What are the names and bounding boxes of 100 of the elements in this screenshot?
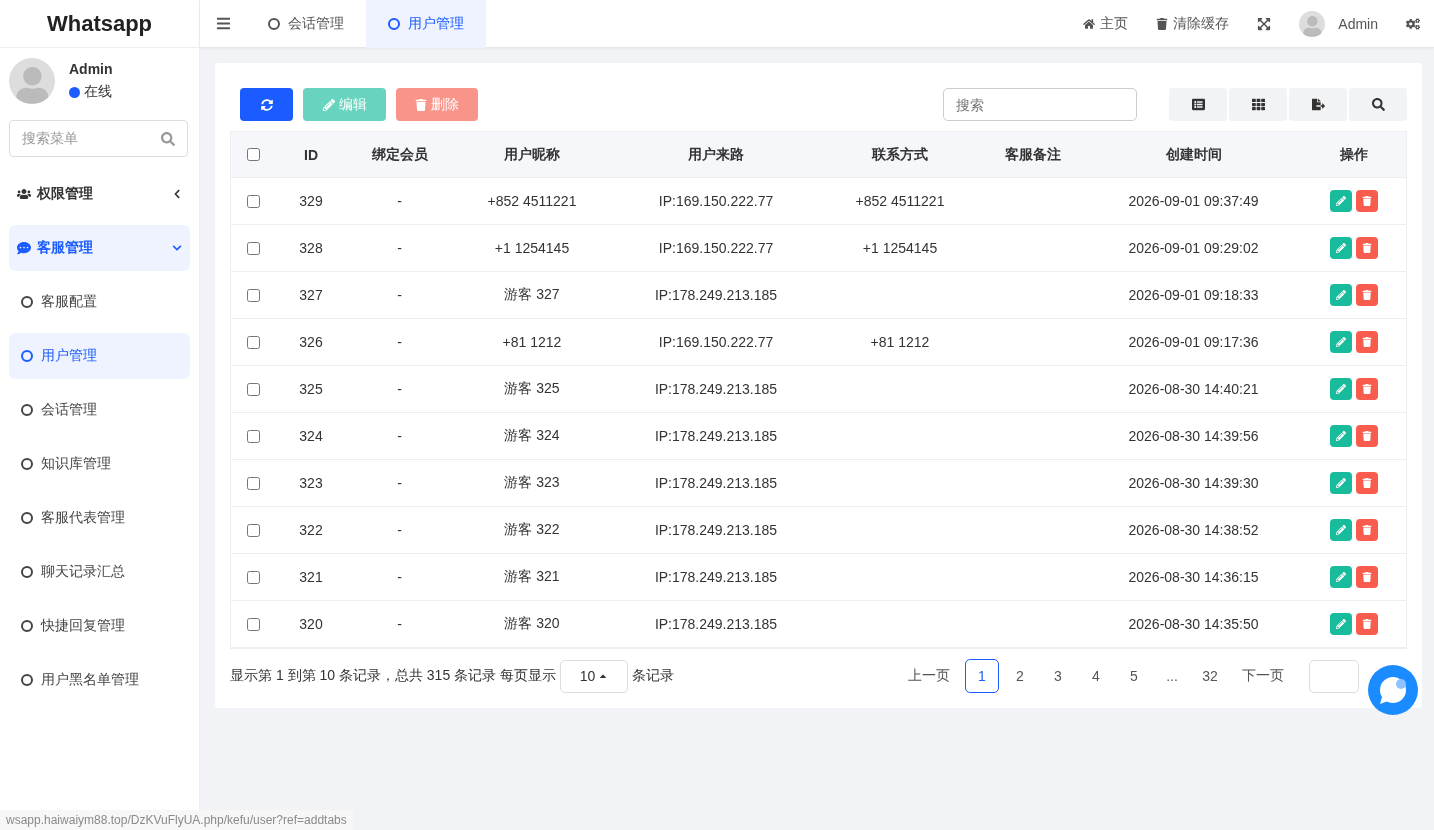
trash-icon xyxy=(1361,478,1372,488)
settings-icon[interactable] xyxy=(1406,16,1420,31)
search-button[interactable] xyxy=(1349,88,1407,121)
row-checkbox[interactable] xyxy=(247,288,260,302)
app-logo-text: Whatsapp xyxy=(0,0,199,48)
pagination-link[interactable]: 上一页 xyxy=(897,659,961,693)
row-checkbox[interactable] xyxy=(247,382,260,396)
table-cell: 游客 322 xyxy=(453,507,611,554)
edit-row-button[interactable] xyxy=(1329,331,1352,353)
row-checkbox[interactable] xyxy=(247,194,260,208)
edit-row-button[interactable] xyxy=(1329,519,1352,541)
table-cell: +1 1254145 xyxy=(453,225,611,272)
table-cell: - xyxy=(346,366,453,413)
table-cell: 2026-08-30 14:35:50 xyxy=(1086,601,1301,648)
home-link[interactable]: 主页 xyxy=(1069,14,1143,33)
select-all-checkbox[interactable] xyxy=(247,148,260,161)
delete-row-button[interactable] xyxy=(1355,425,1378,447)
edit-row-button[interactable] xyxy=(1329,378,1352,400)
edit-row-button[interactable] xyxy=(1329,425,1352,447)
sidebar-item[interactable]: 用户黑名单管理 xyxy=(9,657,190,703)
grid-button[interactable] xyxy=(1229,88,1287,121)
tab[interactable]: 会话管理 xyxy=(246,0,366,48)
pencil-icon xyxy=(1335,431,1346,441)
delete-row-button[interactable] xyxy=(1355,566,1378,588)
table-cell: +81 1212 xyxy=(453,319,611,366)
table-cell: +852 4511221 xyxy=(821,178,979,225)
fullscreen-icon[interactable] xyxy=(1257,16,1272,31)
delete-row-button[interactable] xyxy=(1355,519,1378,541)
chevron-left-icon xyxy=(172,189,182,199)
page-button[interactable]: 2 xyxy=(1003,659,1037,693)
sidebar-item[interactable]: 快捷回复管理 xyxy=(9,603,190,649)
trash-icon xyxy=(1361,337,1372,347)
row-checkbox[interactable] xyxy=(247,241,260,255)
sidebar-item[interactable]: 客服代表管理 xyxy=(9,495,190,541)
table-cell: 2026-08-30 14:39:56 xyxy=(1086,413,1301,460)
table-cell: 329 xyxy=(276,178,346,225)
edit-row-button[interactable] xyxy=(1329,613,1352,635)
search-icon xyxy=(1371,98,1385,111)
search-icon xyxy=(161,131,175,146)
table-cell: IP:169.150.222.77 xyxy=(611,178,821,225)
export-button[interactable] xyxy=(1289,88,1347,121)
sidebar-item[interactable]: 会话管理 xyxy=(9,387,190,433)
refresh-button[interactable] xyxy=(240,88,293,121)
page-button[interactable]: 3 xyxy=(1041,659,1075,693)
sidebar-item[interactable]: 聊天记录汇总 xyxy=(9,549,190,595)
table-cell: - xyxy=(346,272,453,319)
sidebar-group[interactable]: 权限管理 xyxy=(9,171,190,217)
delete-row-button[interactable] xyxy=(1355,190,1378,212)
edit-row-button[interactable] xyxy=(1329,237,1352,259)
table-cell: IP:169.150.222.77 xyxy=(611,225,821,272)
search-field[interactable]: 搜索 xyxy=(943,88,1137,121)
row-checkbox[interactable] xyxy=(247,476,260,490)
column-header: 用户昵称 xyxy=(453,132,611,178)
page-button[interactable]: 1 xyxy=(965,659,999,693)
page-button[interactable]: 4 xyxy=(1079,659,1113,693)
column-header: 创建时间 xyxy=(1086,132,1301,178)
edit-row-button[interactable] xyxy=(1329,472,1352,494)
delete-row-button[interactable] xyxy=(1355,613,1378,635)
table-cell: 328 xyxy=(276,225,346,272)
table-cell: 323 xyxy=(276,460,346,507)
page-button[interactable]: 5 xyxy=(1117,659,1151,693)
chat-icon xyxy=(17,241,31,255)
columns-button[interactable] xyxy=(1169,88,1227,121)
goto-page-field[interactable] xyxy=(1309,659,1359,693)
row-checkbox[interactable] xyxy=(247,429,260,443)
records-summary: 显示第 1 到第 10 条记录，总共 315 条记录 每页显示 xyxy=(230,667,556,685)
sidebar-item[interactable]: 客服配置 xyxy=(9,279,190,325)
table-cell: 游客 325 xyxy=(453,366,611,413)
row-checkbox[interactable] xyxy=(247,617,260,631)
column-header: 用户来路 xyxy=(611,132,821,178)
delete-row-button[interactable] xyxy=(1355,472,1378,494)
export-icon xyxy=(1311,98,1325,111)
edit-row-button[interactable] xyxy=(1329,566,1352,588)
table-cell: 326 xyxy=(276,319,346,366)
page-button[interactable]: 32 xyxy=(1193,659,1227,693)
sidebar-item[interactable]: 知识库管理 xyxy=(9,441,190,487)
sidebar-item[interactable]: 用户管理 xyxy=(9,333,190,379)
table-cell: 游客 323 xyxy=(453,460,611,507)
group-label: 客服管理 xyxy=(37,239,94,257)
sidebar-group[interactable]: 客服管理 xyxy=(9,225,190,271)
edit-row-button[interactable] xyxy=(1329,190,1352,212)
clear-cache-link[interactable]: 清除缓存 xyxy=(1142,14,1244,33)
trash-icon xyxy=(1156,17,1169,30)
delete-row-button[interactable] xyxy=(1355,284,1378,306)
table-cell: +852 4511221 xyxy=(453,178,611,225)
delete-row-button[interactable] xyxy=(1355,331,1378,353)
row-checkbox[interactable] xyxy=(247,335,260,349)
table-cell: 327 xyxy=(276,272,346,319)
table-cell: 320 xyxy=(276,601,346,648)
menu-icon[interactable] xyxy=(215,16,231,31)
row-checkbox[interactable] xyxy=(247,523,260,537)
row-checkbox[interactable] xyxy=(247,570,260,584)
edit-row-button[interactable] xyxy=(1329,284,1352,306)
tab[interactable]: 用户管理 xyxy=(366,0,486,48)
delete-row-button[interactable] xyxy=(1355,378,1378,400)
delete-row-button[interactable] xyxy=(1355,237,1378,259)
page-size-select[interactable]: 10 xyxy=(559,659,628,693)
pagination-link[interactable]: 下一页 xyxy=(1231,659,1295,693)
column-header: 绑定会员 xyxy=(346,132,453,178)
user-menu[interactable]: Admin xyxy=(1285,10,1392,37)
